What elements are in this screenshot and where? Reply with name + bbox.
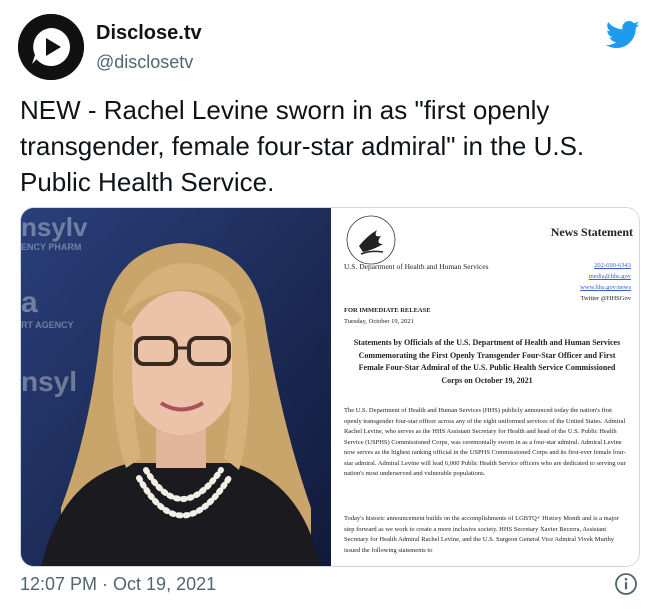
author-display-name[interactable]: Disclose.tv: [96, 22, 202, 45]
release-headline: Statements by Officials of the U.S. Depa…: [353, 338, 621, 385]
author-handle[interactable]: @disclosetv: [96, 52, 193, 73]
contact-block: 202-690-6343 media@hhs.gov www.hhs.gov/n…: [580, 260, 631, 304]
background-signage-text: ENCY PHARM: [21, 242, 82, 252]
contact-website: www.hhs.gov/news: [580, 284, 631, 291]
avatar[interactable]: [18, 14, 84, 80]
release-label: FOR IMMEDIATE RELEASE: [344, 307, 431, 314]
background-signage-text: a: [21, 286, 38, 319]
background-signage-text: nsyl: [21, 366, 78, 397]
department-name: U.S. Department of Health and Human Serv…: [344, 262, 489, 271]
release-paragraph: The U.S. Department of Health and Human …: [344, 407, 626, 477]
tweet-timestamp[interactable]: 12:07 PM · Oct 19, 2021: [20, 574, 216, 595]
contact-twitter: Twitter @HHSGov: [580, 295, 632, 302]
contact-phone: 202-690-6343: [594, 262, 631, 269]
tweet-card: Disclose.tv @disclosetv NEW - Rachel Lev…: [0, 0, 654, 609]
play-logo-icon: [18, 14, 84, 80]
tweet-media[interactable]: nsylv ENCY PHARM a RT AGENCY nsyl News S…: [20, 207, 640, 567]
info-icon[interactable]: [614, 572, 638, 596]
release-date: Tuesday, October 19, 2021: [344, 318, 414, 325]
release-paragraph: Today's historic announcement builds on …: [344, 515, 619, 554]
hhs-seal-icon: [346, 215, 396, 265]
twitter-bird-icon[interactable]: [606, 20, 640, 50]
background-signage-text: RT AGENCY: [21, 320, 74, 330]
portrait-photo[interactable]: nsylv ENCY PHARM a RT AGENCY nsyl: [21, 208, 331, 566]
background-signage-text: nsylv: [21, 212, 88, 242]
contact-email: media@hhs.gov: [588, 273, 631, 280]
press-release-document[interactable]: News Statement U.S. Department of Health…: [333, 208, 639, 566]
tweet-text: NEW - Rachel Levine sworn in as "first o…: [20, 95, 585, 197]
news-statement-label: News Statement: [550, 225, 633, 239]
